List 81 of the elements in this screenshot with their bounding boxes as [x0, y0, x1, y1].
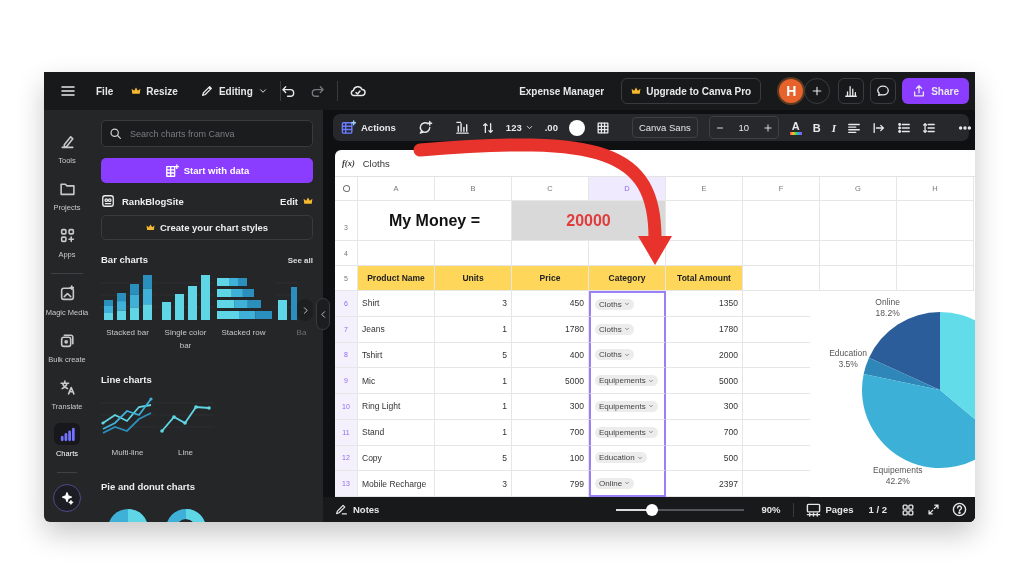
bold-button[interactable]: B — [812, 121, 821, 134]
slice-label: Education 3.5% — [829, 347, 867, 369]
table-cell: 450 — [512, 291, 589, 317]
table-cell: 700 — [666, 419, 743, 446]
table-cell: 300 — [512, 394, 589, 420]
table-cell: 700 — [512, 419, 589, 446]
chart-type-label: Line — [177, 447, 194, 459]
table-cell: 1780 — [666, 316, 743, 343]
table-cell: 5 — [435, 445, 512, 472]
table-cell: 1 — [435, 394, 512, 420]
file-menu[interactable]: File — [96, 85, 114, 97]
table-cell: 1350 — [666, 291, 743, 317]
editing-dropdown[interactable]: Editing — [199, 84, 268, 98]
design-title[interactable]: Expense Manager — [519, 85, 605, 97]
chart-type-label: Stacked row — [221, 327, 266, 339]
table-cell: 100 — [512, 445, 589, 472]
upgrade-button[interactable]: Upgrade to Canva Pro — [621, 78, 762, 104]
section-title: Line charts — [101, 374, 152, 385]
resize-button[interactable]: Resize — [131, 85, 178, 97]
search-field[interactable]: Search charts from Canva — [128, 127, 305, 140]
page-counter: 1 / 2 — [868, 504, 887, 515]
chart-type-label: Single color bar — [163, 327, 208, 352]
table-cell: 20000 — [512, 201, 666, 241]
table-cell: 300 — [666, 394, 743, 420]
table-cell: 2000 — [666, 342, 743, 369]
number-format-dropdown[interactable]: 123 — [505, 122, 534, 133]
table-cell: Shirt — [358, 291, 435, 317]
actions-button[interactable]: Actions — [341, 120, 396, 135]
category-chip[interactable]: Equipements — [595, 400, 658, 412]
table-cell: Tshirt — [358, 342, 435, 369]
table-cell: Stand — [358, 419, 435, 446]
table-cell: Copy — [358, 445, 435, 472]
pages-button[interactable]: Pages — [805, 502, 854, 517]
create-chart-styles-button[interactable]: Create your chart styles — [101, 215, 313, 240]
category-chip[interactable]: Equipements — [595, 426, 658, 438]
start-with-data-button[interactable]: Start with data — [101, 158, 313, 183]
chart-type-label: Stacked bar — [106, 327, 149, 339]
italic-button[interactable]: I — [831, 121, 836, 134]
brand-kit-name: RankBlogSite — [122, 195, 184, 207]
section-title: Pie and donut charts — [101, 481, 195, 492]
section-title: Bar charts — [101, 254, 148, 265]
table-cell: 5 — [435, 342, 512, 369]
category-chip[interactable]: Equipements — [595, 375, 658, 387]
font-size-field[interactable]: 10 — [734, 122, 753, 133]
table-cell: 5000 — [512, 368, 589, 394]
table-cell: 1780 — [512, 316, 589, 343]
category-chip[interactable]: Online — [595, 477, 635, 489]
zoom-reading[interactable]: 90% — [761, 504, 781, 515]
see-all-link[interactable]: See all — [287, 256, 313, 265]
category-chip[interactable]: Cloths — [595, 323, 634, 335]
category-chip[interactable]: Cloths — [595, 298, 634, 310]
search-bar[interactable]: Search charts from Canva — [101, 120, 313, 147]
font-dropdown[interactable]: Canva Sans — [631, 117, 698, 138]
column-title-cell: Units — [435, 266, 512, 291]
decimal-button[interactable]: .00 — [544, 122, 558, 133]
notes-button[interactable]: Notes — [335, 503, 380, 516]
chart-type-label: Multi-line — [111, 447, 144, 459]
table-cell: 5000 — [666, 368, 743, 394]
column-title-cell: Total Amount — [666, 266, 743, 291]
text-color-button[interactable]: A — [789, 120, 802, 135]
share-button[interactable]: Share — [902, 78, 969, 104]
column-title-cell: Price — [512, 266, 589, 291]
category-chip[interactable]: Education — [595, 452, 647, 464]
column-title-cell: Product Name — [358, 266, 435, 291]
chart-type-label: Ba — [296, 327, 307, 339]
table-cell: 500 — [666, 445, 743, 472]
edit-link[interactable]: Edit — [280, 195, 313, 207]
formula-label: f(x) — [342, 158, 355, 168]
category-chip[interactable]: Cloths — [595, 349, 634, 361]
table-cell: 1 — [435, 419, 512, 446]
slice-label: Online 18.2% — [875, 296, 900, 318]
formula-field[interactable]: Cloths — [362, 157, 390, 169]
table-cell: Ring Light — [358, 394, 435, 420]
column-title-cell: Category — [589, 266, 666, 291]
slice-label: Equipements 42.2% — [872, 465, 923, 486]
table-cell: 400 — [512, 342, 589, 369]
table-cell: 1 — [435, 368, 512, 394]
table-cell: 3 — [435, 291, 512, 317]
table-cell: Mic — [358, 368, 435, 394]
table-cell: 1 — [435, 316, 512, 343]
table-cell: Jeans — [358, 316, 435, 343]
